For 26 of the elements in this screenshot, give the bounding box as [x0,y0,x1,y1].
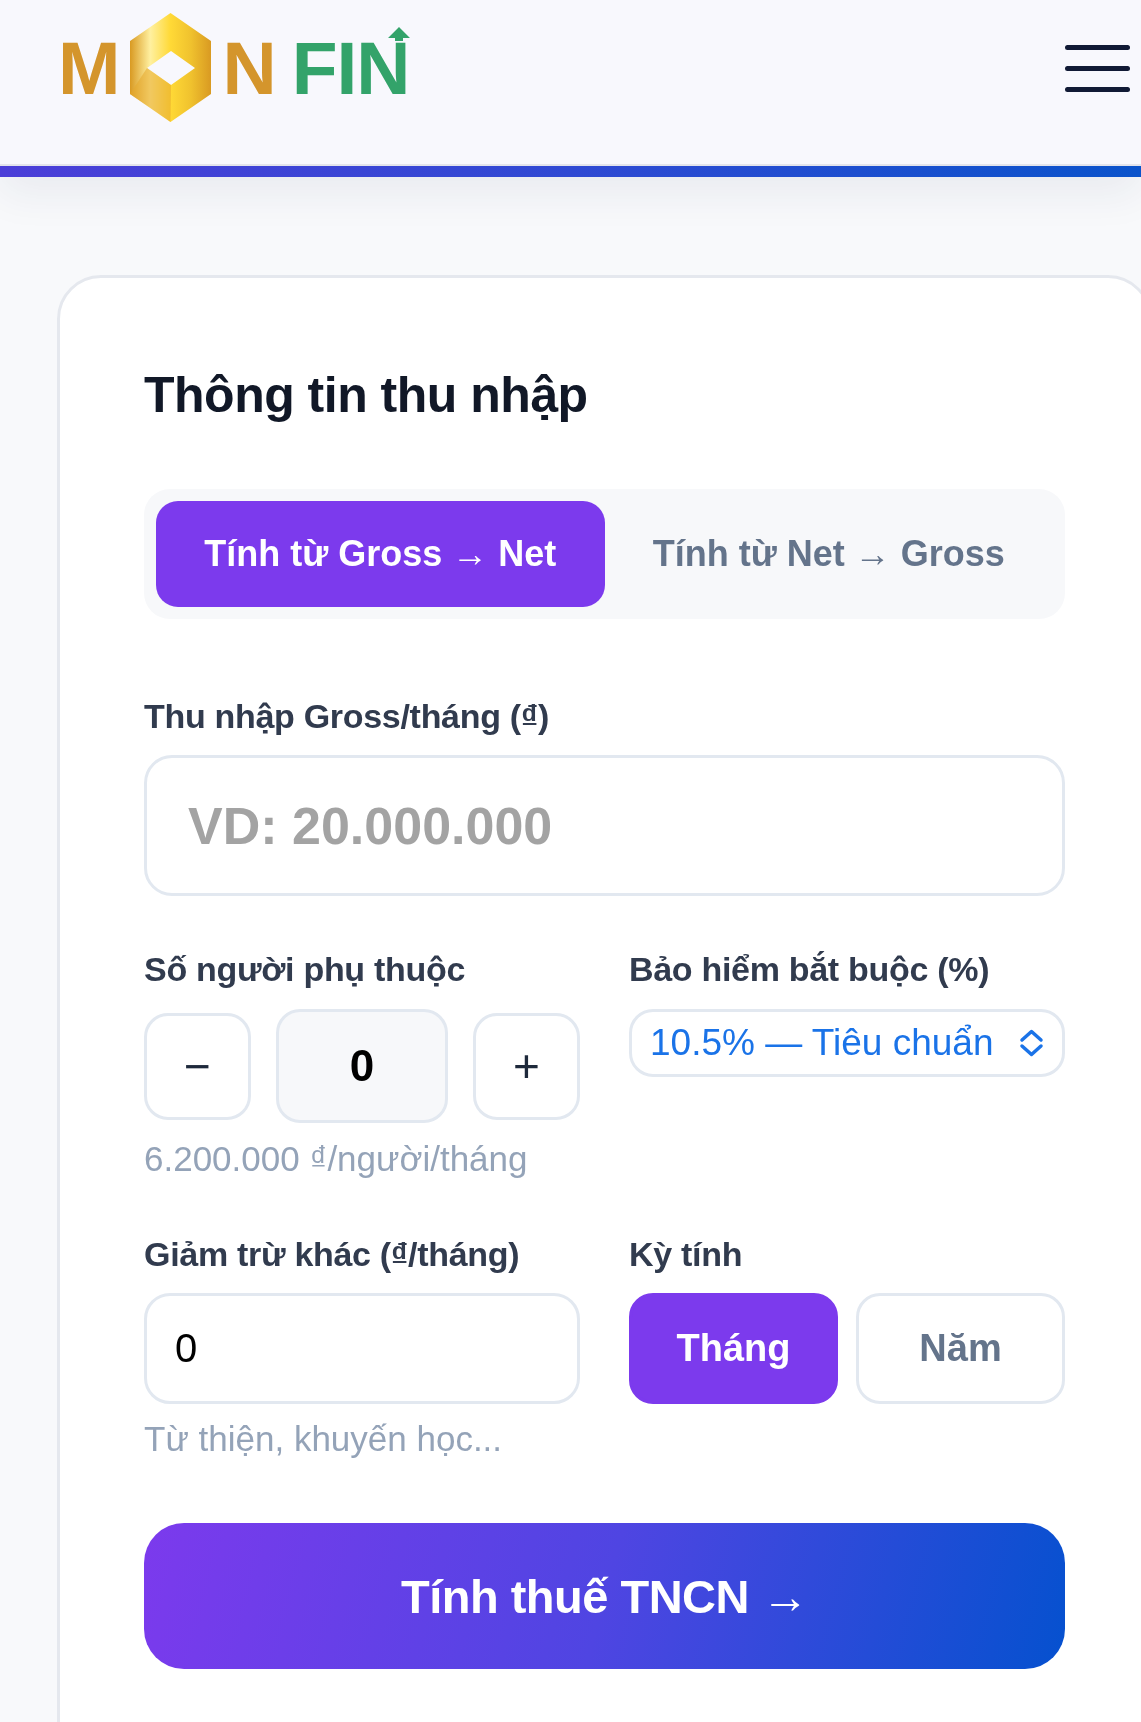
arrow-up-icon [388,26,411,41]
card-title: Thông tin thu nhập [144,366,589,425]
hexagon-logo-icon [130,13,212,122]
mode-tab[interactable]: Tính từ Net → Gross [604,501,1053,607]
field-label: Kỳ tính [629,1234,744,1275]
field-label: Thu nhập Gross/tháng (₫) [144,696,550,737]
field-label: Bảo hiểm bắt buộc (%) [629,949,991,990]
chevron-up-down-icon [1019,1029,1044,1057]
logo-text: N [222,39,276,96]
other-deductions-field[interactable]: 0 [144,1293,580,1404]
menu-icon[interactable] [1065,45,1130,92]
insurance-dropdown[interactable]: 10.5% — Tiêu chuẩn [629,1009,1065,1077]
gross-income-field[interactable]: VD: 20.000.000 [144,755,1065,896]
dependents-field[interactable]: 0 [276,1009,448,1123]
decrement-button[interactable]: − [144,1012,251,1120]
field-label: Số người phụ thuộc [144,949,466,990]
mode-tab[interactable]: Tính từ Gross → Net [156,501,605,607]
field-hint: Từ thiện, khuyến học... [144,1420,504,1458]
logo-text: FIN [291,39,410,96]
period-option[interactable]: Năm [856,1293,1065,1404]
increment-button[interactable]: + [473,1012,580,1120]
field-label: Giảm trừ khác (₫/tháng) [144,1234,521,1275]
period-option[interactable]: Tháng [629,1293,838,1404]
logo-text: M [58,39,120,96]
calculate-button[interactable]: Tính thuế TNCN → [144,1523,1065,1669]
field-hint: 6.200.000 ₫/người/tháng [144,1140,529,1178]
